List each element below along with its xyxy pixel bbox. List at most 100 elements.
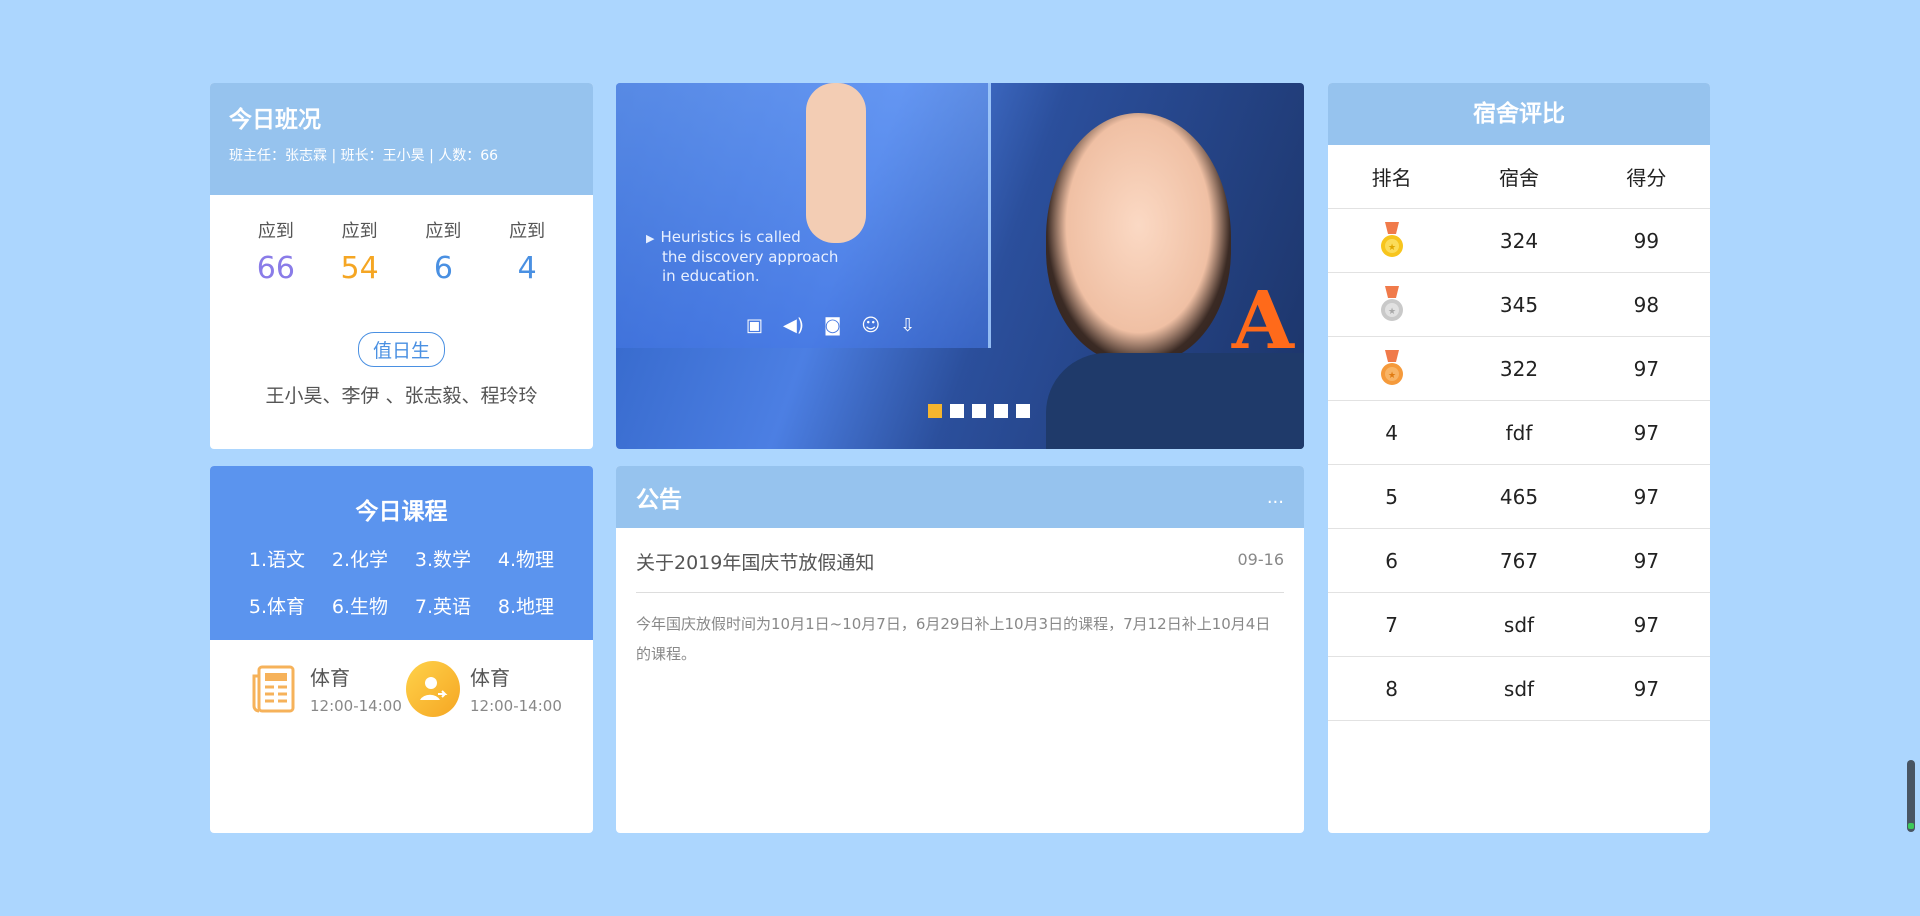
current-courses: 体育 12:00-14:00 体育 12:00-14:00: [210, 640, 593, 717]
course-item: 4.物理: [497, 549, 555, 571]
stat-value: 66: [256, 251, 295, 286]
dorm-ranking-title: 宿舍评比: [1328, 83, 1710, 145]
svg-text:★: ★: [1388, 371, 1396, 381]
rank-cell: ★: [1328, 208, 1456, 273]
rank-cell: ★: [1328, 272, 1456, 337]
silver-medal-icon: ★: [1380, 285, 1403, 321]
score-cell: 97: [1582, 336, 1710, 401]
table-row: 4 fdf 97: [1328, 400, 1710, 465]
stat-item: 应到 6: [408, 217, 478, 286]
dorm-ranking-table: 排名 宿舍 得分 ★ 324 99 ★ 345 98 ★ 322 97 4 fd…: [1328, 145, 1710, 721]
carousel-dot[interactable]: [950, 404, 964, 418]
notice-card: 公告 ... 关于2019年国庆节放假通知 09-16 今年国庆放假时间为10月…: [616, 466, 1304, 833]
score-cell: 97: [1582, 400, 1710, 465]
course-item: 3.数学: [414, 549, 472, 571]
today-class-card: 今日班况 班主任：张志霖 | 班长：王小昊 | 人数：66 应到 66 应到 5…: [210, 83, 593, 449]
banner-student-image: [1046, 113, 1231, 363]
current-course-name: 体育: [310, 666, 350, 690]
current-course-time: 12:00-14:00: [310, 697, 402, 715]
speaker-icon: ◀): [783, 315, 804, 336]
notice-item[interactable]: 关于2019年国庆节放假通知 09-16: [636, 528, 1284, 593]
room-cell: 324: [1455, 208, 1583, 273]
room-cell: sdf: [1455, 592, 1583, 657]
stat-value: 4: [517, 251, 537, 286]
download-icon: ⇩: [900, 315, 916, 336]
stat-label: 应到: [257, 221, 294, 242]
notice-more-link[interactable]: ...: [1267, 487, 1284, 508]
room-cell: 322: [1455, 336, 1583, 401]
notice-title: 公告: [636, 487, 682, 513]
column-header: 排名: [1328, 145, 1456, 209]
notice-item-date: 09-16: [1237, 550, 1285, 569]
table-row: ★ 345 98: [1328, 272, 1710, 337]
stat-item: 应到 4: [492, 217, 562, 286]
svg-text:★: ★: [1388, 307, 1396, 317]
score-cell: 99: [1582, 208, 1710, 273]
rank-cell: 8: [1328, 656, 1456, 721]
banner-text: ▶ Heuristics is called the discovery appr…: [646, 228, 839, 285]
stat-label: 应到: [509, 221, 546, 242]
current-course-time: 12:00-14:00: [470, 697, 562, 715]
rank-cell: 4: [1328, 400, 1456, 465]
banner-carousel[interactable]: ▶ Heuristics is called the discovery appr…: [616, 83, 1304, 449]
stat-label: 应到: [425, 221, 462, 242]
table-row: ★ 322 97: [1328, 336, 1710, 401]
column-header: 得分: [1582, 145, 1710, 209]
table-row: 6 767 97: [1328, 528, 1710, 593]
carousel-dots: [928, 404, 1030, 418]
today-courses-header: 今日课程 1.语文 2.化学 3.数学 4.物理 5.体育 6.生物 7.英语 …: [210, 466, 593, 640]
stat-item: 应到 54: [325, 217, 395, 286]
score-cell: 98: [1582, 272, 1710, 337]
carousel-dot[interactable]: [1016, 404, 1030, 418]
bronze-medal-icon: ★: [1380, 349, 1403, 385]
score-cell: 97: [1582, 464, 1710, 529]
stat-value: 6: [433, 251, 453, 286]
page-scrollbar[interactable]: [1907, 760, 1915, 832]
today-class-header: 今日班况 班主任：张志霖 | 班长：王小昊 | 人数：66: [210, 83, 593, 195]
course-item: 5.体育: [248, 596, 306, 618]
carousel-dot[interactable]: [928, 404, 942, 418]
today-class-subtitle: 班主任：张志霖 | 班长：王小昊 | 人数：66: [229, 148, 499, 164]
course-item: 2.化学: [331, 549, 389, 571]
notice-item-title[interactable]: 关于2019年国庆节放假通知: [636, 548, 874, 575]
notice-header: 公告 ...: [616, 466, 1304, 528]
room-cell: 465: [1455, 464, 1583, 529]
banner-text-line: Heuristics is called: [660, 228, 801, 246]
carousel-dot[interactable]: [972, 404, 986, 418]
table-row: 8 sdf 97: [1328, 656, 1710, 721]
user-swap-icon: [406, 661, 460, 717]
current-course-item: 体育 12:00-14:00: [406, 661, 566, 717]
banner-arm: [806, 83, 866, 243]
dorm-ranking-card: 宿舍评比 排名 宿舍 得分 ★ 324 99 ★ 345 98 ★ 322 97…: [1328, 83, 1710, 833]
room-cell: fdf: [1455, 400, 1583, 465]
score-cell: 97: [1582, 528, 1710, 593]
duty-section: 值日生: [210, 332, 593, 367]
banner-text-line: the discovery approach: [662, 248, 839, 266]
course-item: 8.地理: [497, 596, 555, 618]
duty-names: 王小昊、李伊 、张志毅、程玲玲: [265, 385, 538, 407]
today-class-title: 今日班况: [229, 107, 321, 133]
add-user-icon: ☺: [861, 315, 881, 336]
course-list: 1.语文 2.化学 3.数学 4.物理 5.体育 6.生物 7.英语 8.地理: [210, 545, 593, 619]
current-course-item: 体育 12:00-14:00: [246, 662, 406, 716]
rank-cell: 7: [1328, 592, 1456, 657]
table-header-row: 排名 宿舍 得分: [1328, 145, 1710, 209]
svg-text:★: ★: [1388, 243, 1396, 253]
notice-item-body: 今年国庆放假时间为10月1日~10月7日，6月29日补上10月3日的课程，7月1…: [636, 615, 1271, 663]
room-cell: sdf: [1455, 656, 1583, 721]
today-courses-title: 今日课程: [355, 499, 448, 525]
banner-student-uniform: [1046, 353, 1304, 449]
banner-toolbar: ▣ ◀) ◙ ☺ ⇩: [746, 315, 915, 336]
table-row: ★ 324 99: [1328, 208, 1710, 273]
stat-value: 54: [340, 251, 379, 286]
room-cell: 345: [1455, 272, 1583, 337]
banner-glass-panel: [616, 83, 991, 348]
rss-icon: ▣: [746, 315, 764, 336]
stat-label: 应到: [341, 221, 378, 242]
score-cell: 97: [1582, 656, 1710, 721]
course-item: 6.生物: [331, 596, 389, 618]
carousel-dot[interactable]: [994, 404, 1008, 418]
table-row: 5 465 97: [1328, 464, 1710, 529]
current-course-name: 体育: [470, 666, 510, 690]
today-courses-card: 今日课程 1.语文 2.化学 3.数学 4.物理 5.体育 6.生物 7.英语 …: [210, 466, 593, 833]
